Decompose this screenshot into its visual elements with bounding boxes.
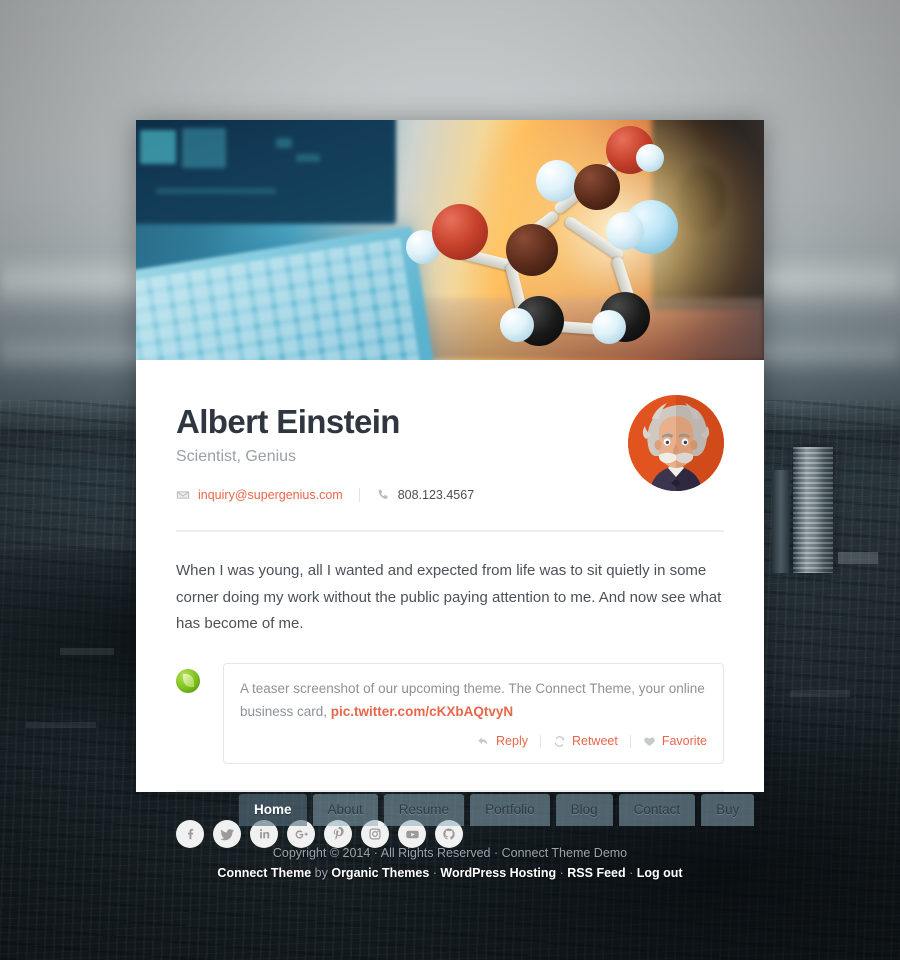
copyright-text: Copyright © 2014 · All Rights Reserved ·… xyxy=(272,846,628,860)
footer-separator: · xyxy=(625,865,637,880)
site-footer: Copyright © 2014 · All Rights Reserved ·… xyxy=(0,845,900,882)
heart-icon xyxy=(643,735,656,748)
nav-item-contact[interactable]: Contact xyxy=(618,794,696,826)
contact-phone: 808.123.4567 xyxy=(376,488,474,502)
tweet-text: A teaser screenshot of our upcoming them… xyxy=(240,677,707,723)
hero-image xyxy=(136,120,764,360)
footer-rss-link[interactable]: RSS Feed xyxy=(567,866,625,880)
tweet-block: A teaser screenshot of our upcoming them… xyxy=(176,663,724,765)
nav-item-portfolio[interactable]: Portfolio xyxy=(470,794,550,826)
divider xyxy=(176,790,724,793)
retweet-icon xyxy=(553,735,566,748)
nav-item-home[interactable]: Home xyxy=(239,794,307,826)
tweet-reply-button[interactable]: Reply xyxy=(477,734,528,748)
nav-item-blog[interactable]: Blog xyxy=(555,794,613,826)
profile-quote: When I was young, all I wanted and expec… xyxy=(176,562,722,632)
tweet-actions: Reply Retweet Favorite xyxy=(240,734,707,748)
contact-email[interactable]: inquiry@supergenius.com xyxy=(176,488,343,502)
avatar xyxy=(628,395,724,491)
reply-arrow-icon xyxy=(477,735,490,748)
footer-author-link[interactable]: Organic Themes xyxy=(331,866,429,880)
action-divider xyxy=(539,734,541,748)
footer-by-text: by xyxy=(311,865,332,880)
divider xyxy=(176,530,724,533)
footer-hosting-link[interactable]: WordPress Hosting xyxy=(440,866,556,880)
nav-item-resume[interactable]: Resume xyxy=(383,794,465,826)
nav-item-buy[interactable]: Buy xyxy=(701,794,755,826)
envelope-icon xyxy=(176,488,190,502)
profile-card: Albert Einstein Scientist, Genius inquir… xyxy=(136,120,764,849)
main-navigation: Home About Resume Portfolio Blog Contact… xyxy=(239,794,755,826)
leaf-avatar xyxy=(176,669,200,694)
tweet-link[interactable]: pic.twitter.com/cKXbAQtvyN xyxy=(331,704,513,719)
footer-credits: Connect Theme by Organic Themes · WordPr… xyxy=(0,865,900,882)
contact-divider xyxy=(358,488,360,503)
action-divider xyxy=(629,734,631,748)
phone-number: 808.123.4567 xyxy=(397,488,475,503)
tweet-favorite-button[interactable]: Favorite xyxy=(643,734,707,748)
footer-theme-link[interactable]: Connect Theme xyxy=(217,866,311,880)
footer-logout-link[interactable]: Log out xyxy=(637,866,683,880)
monitor-icon xyxy=(136,120,396,224)
tweet-retweet-label: Retweet xyxy=(571,734,618,749)
tweet-retweet-button[interactable]: Retweet xyxy=(553,734,618,748)
nav-item-about[interactable]: About xyxy=(312,794,378,826)
molecule-model xyxy=(388,126,718,360)
tweet-favorite-label: Favorite xyxy=(661,734,707,749)
footer-separator: · xyxy=(429,865,441,880)
footer-separator: · xyxy=(556,865,568,880)
tweet-reply-label: Reply xyxy=(496,734,528,749)
contact-row: inquiry@supergenius.com 808.123.4567 xyxy=(176,488,724,503)
email-link[interactable]: inquiry@supergenius.com xyxy=(198,488,343,502)
phone-icon xyxy=(376,488,390,502)
tweet-card: A teaser screenshot of our upcoming them… xyxy=(223,663,724,765)
